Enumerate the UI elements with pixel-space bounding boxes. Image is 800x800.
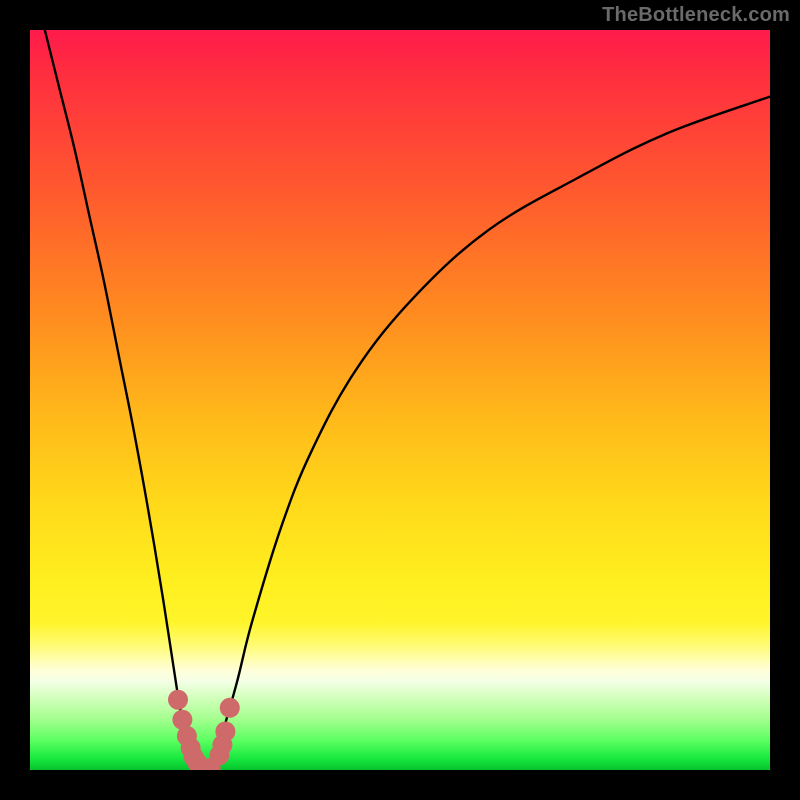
bottleneck-curve bbox=[45, 30, 770, 770]
plot-area bbox=[30, 30, 770, 770]
highlight-marker bbox=[215, 722, 235, 742]
watermark-text: TheBottleneck.com bbox=[602, 4, 790, 27]
highlight-cluster bbox=[168, 690, 240, 770]
bottleneck-chart bbox=[30, 30, 770, 770]
highlight-marker bbox=[168, 690, 188, 710]
outer-frame: TheBottleneck.com bbox=[0, 0, 800, 800]
highlight-marker bbox=[220, 698, 240, 718]
